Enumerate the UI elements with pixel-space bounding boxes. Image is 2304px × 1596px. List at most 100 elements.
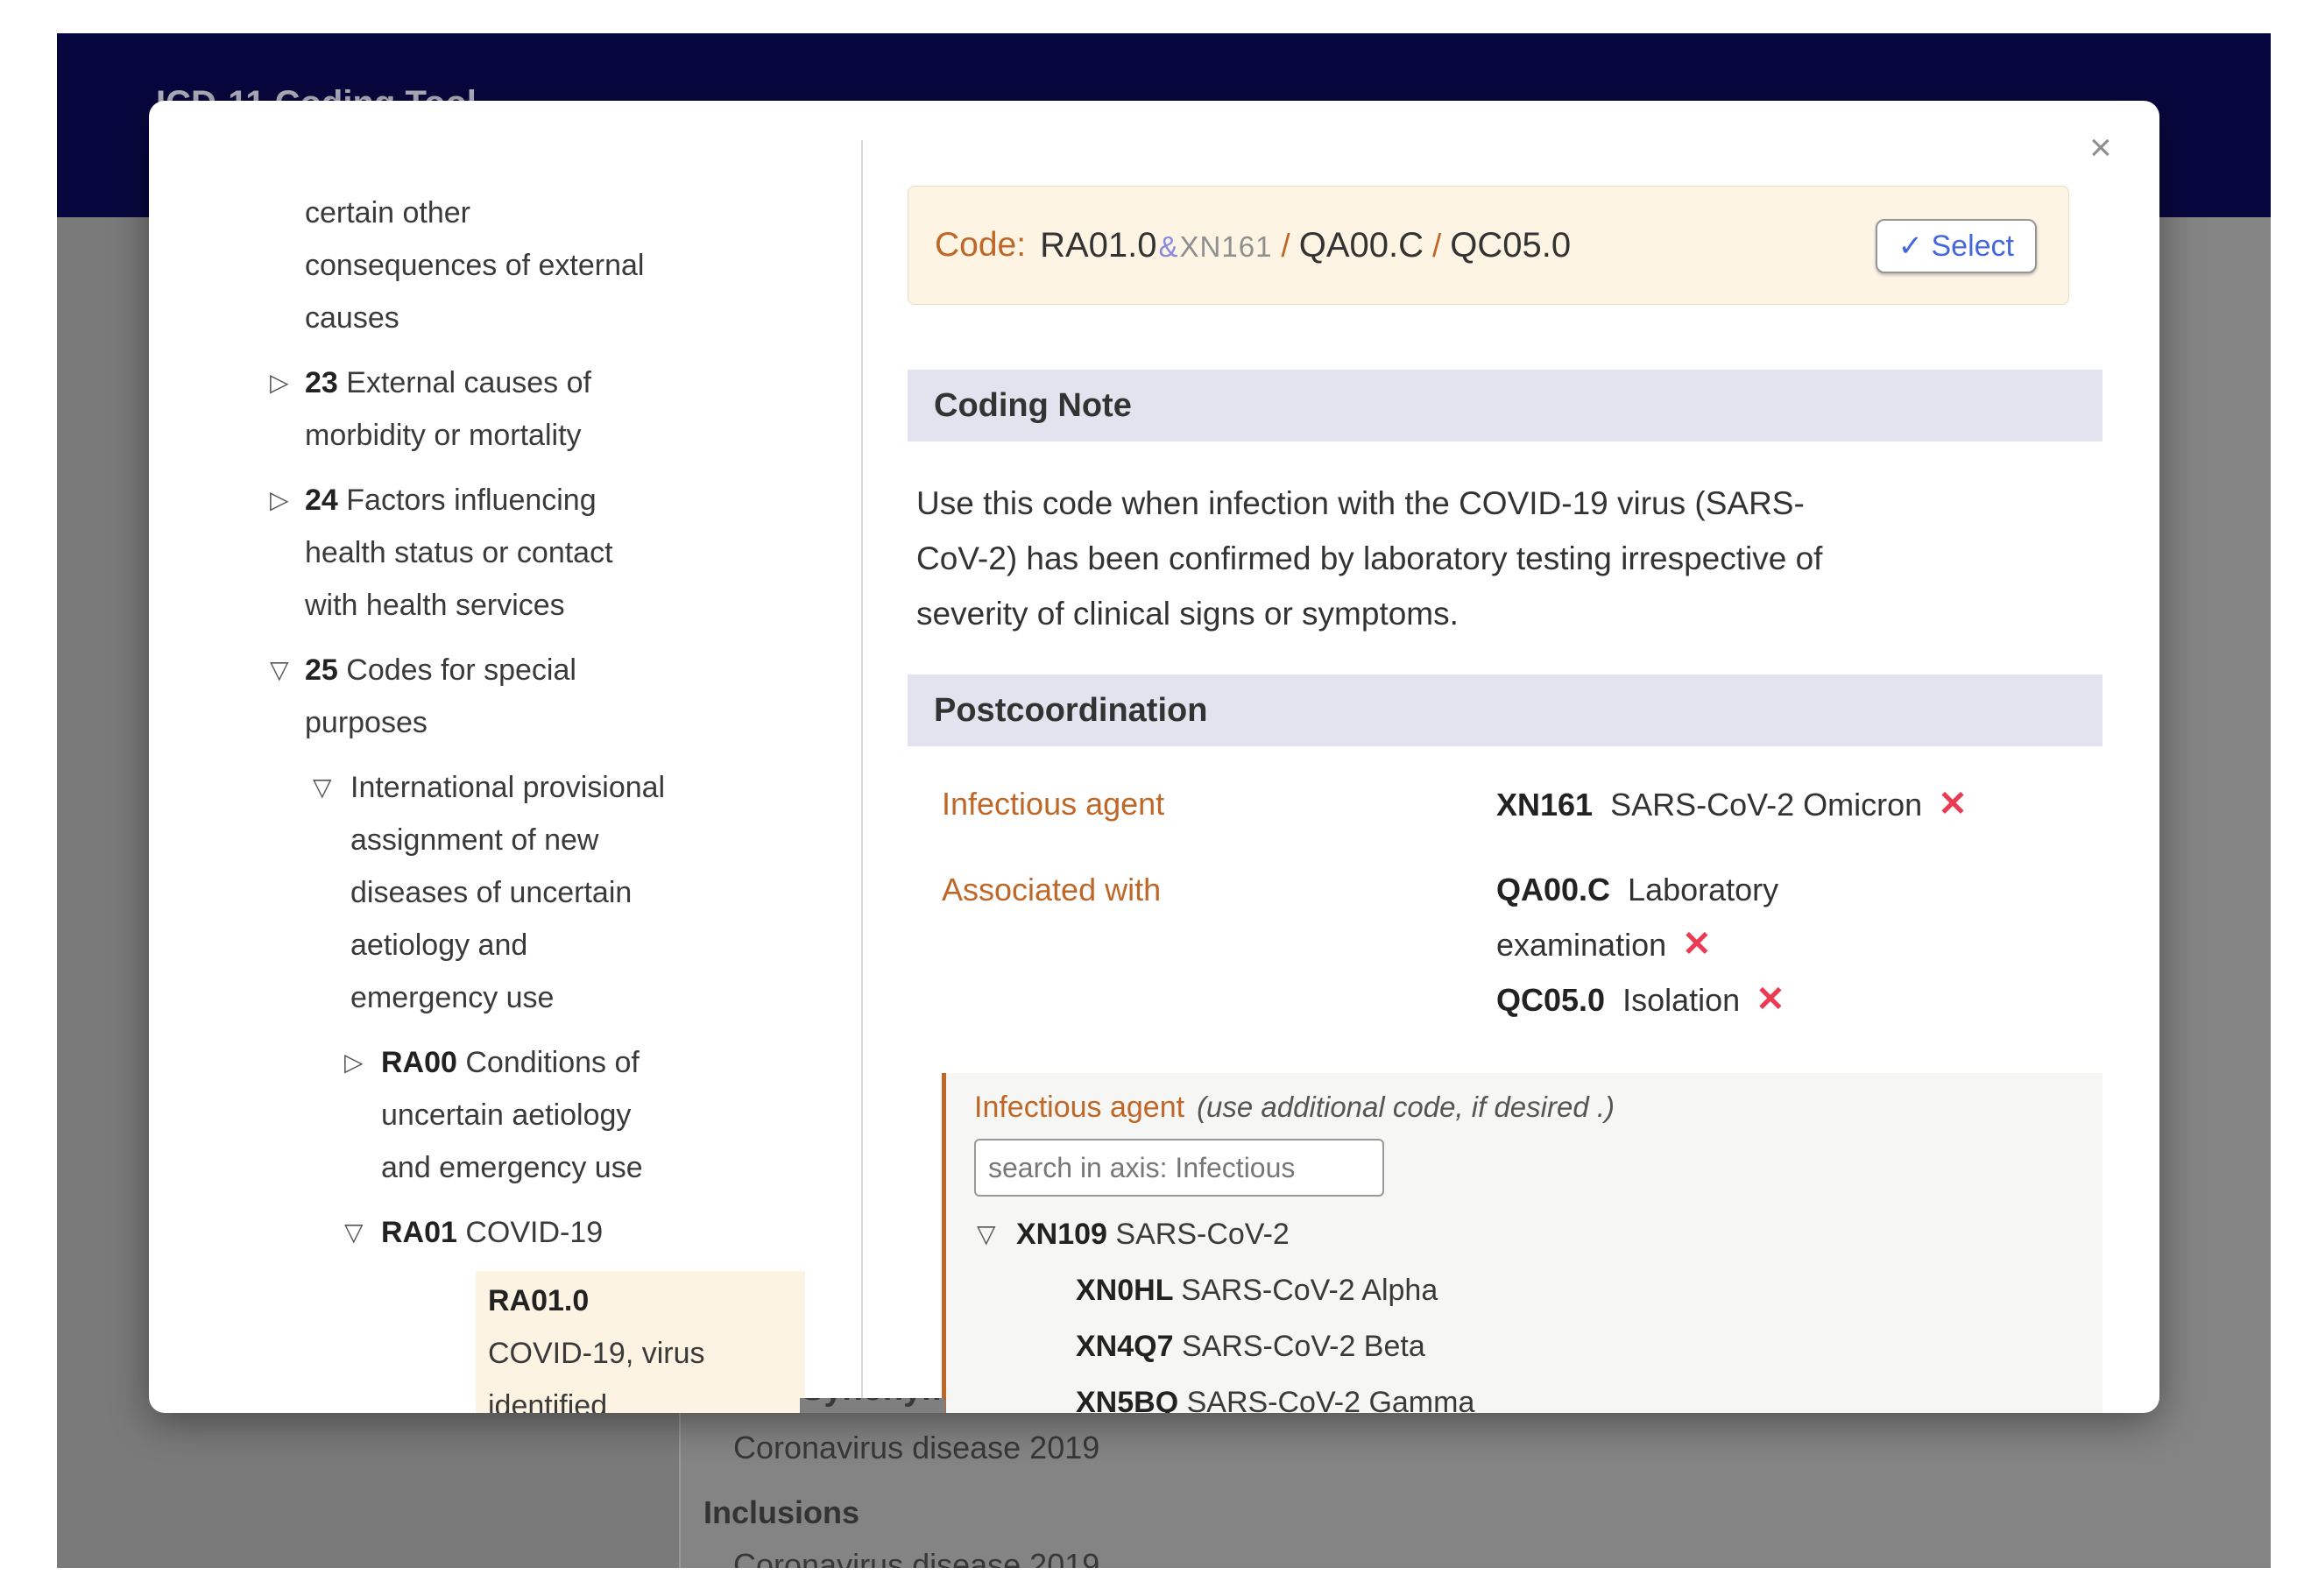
postcoordination-row: Infectious agentXN161 SARS-CoV-2 Omicron ✕ bbox=[942, 777, 2107, 832]
postcoordination-rows: Infectious agentXN161 SARS-CoV-2 Omicron ✕… bbox=[942, 777, 2107, 1058]
remove-code-icon[interactable]: ✕ bbox=[1682, 925, 1712, 964]
chevron-expanded-icon[interactable]: ▽ bbox=[344, 1206, 364, 1259]
tree-item-label: certain other bbox=[305, 187, 837, 239]
tree-item-code: 23 bbox=[305, 366, 346, 399]
screen: ICD-11 Coding Tool Coronavirus disease 2… bbox=[0, 0, 2304, 1596]
tree-item-label: assignment of new bbox=[350, 814, 837, 866]
hierarchy-tree: certain otherconsequences of externalcau… bbox=[263, 187, 837, 1413]
infectious-agent-panel: Infectious agent (use additional code, if… bbox=[942, 1073, 2103, 1413]
tree-item-label: health status or contact bbox=[305, 526, 837, 579]
tree-item[interactable]: ▷ 23 External causes ofmorbidity or morta… bbox=[263, 357, 837, 462]
tree-item-label: 24 Factors influencing bbox=[305, 474, 837, 526]
axis-tree-code: XN109 bbox=[1016, 1218, 1115, 1251]
tree-item-label: COVID-19, virus bbox=[488, 1327, 805, 1380]
axis-tree-code: XN0HL bbox=[1076, 1274, 1181, 1307]
coding-note-text: Use this code when infection with the CO… bbox=[916, 476, 1822, 641]
tree-item-label: diseases of uncertain bbox=[350, 866, 837, 919]
coding-note-header: Coding Note bbox=[908, 370, 2103, 441]
select-button[interactable]: ✓ Select bbox=[1876, 219, 2037, 273]
coding-note-line: Use this code when infection with the CO… bbox=[916, 476, 1822, 531]
tree-item[interactable]: ▽ 25 Codes for specialpurposes bbox=[263, 644, 837, 749]
selected-code-title: examination bbox=[1496, 927, 1666, 963]
tree-item-label: and emergency use bbox=[381, 1141, 837, 1194]
tree-item-label: 25 Codes for special bbox=[305, 644, 837, 696]
code-parts: RA01.0&XN161/QA00.C/QC05.0 bbox=[1040, 226, 1571, 265]
axis-label: Associated with bbox=[942, 863, 1496, 1028]
code-label: Code: bbox=[935, 226, 1026, 265]
axis-tree-item[interactable]: XN5BQ SARS-CoV-2 Gamma bbox=[946, 1374, 2103, 1413]
tree-item[interactable]: ▽RA01 COVID-19 bbox=[263, 1206, 837, 1259]
axis-tree-item[interactable]: XN0HL SARS-CoV-2 Alpha bbox=[946, 1262, 2103, 1318]
tree-item-label: morbidity or mortality bbox=[305, 409, 837, 462]
axis-hint: (use additional code, if desired .) bbox=[1197, 1091, 1615, 1123]
tree-item[interactable]: ▽ International provisionalassignment of … bbox=[263, 761, 837, 1024]
close-icon[interactable]: × bbox=[2089, 129, 2112, 167]
selected-code: XN161 bbox=[1496, 787, 1593, 823]
code-part: RA01.0 bbox=[1040, 226, 1156, 265]
background-page-text: Inclusions bbox=[703, 1494, 859, 1531]
tree-item-label: consequences of external bbox=[305, 239, 837, 292]
axis-tree-code: XN4Q7 bbox=[1076, 1330, 1182, 1363]
tree-item-label: RA00 Conditions of bbox=[381, 1036, 837, 1089]
tree-item-code: 24 bbox=[305, 484, 346, 517]
background-clipped-heading: Synonyms bbox=[800, 1398, 945, 1413]
axis-label: Infectious agent bbox=[942, 777, 1496, 832]
coding-note-heading: Coding Note bbox=[934, 387, 1132, 425]
selected-code-line: QC05.0 Isolation ✕ bbox=[1496, 972, 2107, 1028]
axis-tree-item[interactable]: XN4Q7 SARS-CoV-2 Beta bbox=[946, 1318, 2103, 1374]
axis-title: Infectious agent bbox=[974, 1091, 1184, 1124]
tree-item-selected[interactable]: RA01.0COVID-19, virusidentified bbox=[476, 1271, 805, 1413]
clipped-heading-text: Synonyms bbox=[802, 1398, 945, 1409]
chevron-expanded-icon[interactable]: ▽ bbox=[977, 1206, 996, 1262]
remove-code-icon[interactable]: ✕ bbox=[1938, 785, 1968, 823]
selected-code-title: Laboratory bbox=[1628, 872, 1778, 907]
postcoordination-row: Associated withQA00.C Laboratory examinati… bbox=[942, 863, 2107, 1028]
tree-item-code: 25 bbox=[305, 653, 346, 687]
selected-code: QC05.0 bbox=[1496, 982, 1605, 1018]
ampersand-separator: & bbox=[1159, 230, 1178, 263]
tree-item-label: with health services bbox=[305, 579, 837, 632]
axis-search-input[interactable] bbox=[974, 1139, 1384, 1197]
axis-values: XN161 SARS-CoV-2 Omicron ✕ bbox=[1496, 777, 2107, 832]
tree-item-code: RA01 bbox=[381, 1216, 465, 1249]
background-page-text: Coronavirus disease 2019 bbox=[733, 1430, 1099, 1466]
chevron-collapsed-icon[interactable]: ▷ bbox=[270, 474, 289, 526]
chevron-collapsed-icon[interactable]: ▷ bbox=[270, 357, 289, 409]
tree-item-label: International provisional bbox=[350, 761, 837, 814]
postcoordination-heading: Postcoordination bbox=[934, 692, 1207, 730]
tree-item[interactable]: ▷ 24 Factors influencinghealth status or … bbox=[263, 474, 837, 632]
postcoordination-header: Postcoordination bbox=[908, 674, 2103, 746]
entity-dialog: × certain otherconsequences of externalc… bbox=[149, 101, 2159, 1413]
selected-code-title: SARS-CoV-2 Omicron bbox=[1610, 787, 1922, 823]
axis-tree: ▽XN109 SARS-CoV-2XN0HL SARS-CoV-2 AlphaX… bbox=[946, 1206, 2103, 1413]
remove-code-icon[interactable]: ✕ bbox=[1756, 980, 1785, 1019]
selected-code-title: Isolation bbox=[1622, 982, 1740, 1018]
slash-separator: / bbox=[1432, 228, 1441, 264]
code-part: QA00.C bbox=[1299, 226, 1424, 265]
tree-item-label: causes bbox=[305, 292, 837, 344]
extension-code: XN161 bbox=[1180, 230, 1273, 263]
background-page-text: Coronavirus disease 2019 bbox=[733, 1547, 1099, 1568]
selected-code-line: XN161 SARS-CoV-2 Omicron ✕ bbox=[1496, 777, 2107, 832]
tree-item-label: purposes bbox=[305, 696, 837, 749]
tree-item-label: 23 External causes of bbox=[305, 357, 837, 409]
chevron-collapsed-icon[interactable]: ▷ bbox=[344, 1036, 364, 1089]
axis-values: QA00.C Laboratory examination ✕ QC05.0 Isolat… bbox=[1496, 863, 2107, 1028]
tree-item[interactable]: ▷ RA00 Conditions ofuncertain aetiologyan… bbox=[263, 1036, 837, 1194]
axis-title-line: Infectious agent (use additional code, if… bbox=[974, 1091, 1615, 1125]
selected-code: QA00.C bbox=[1496, 872, 1610, 907]
tree-item-label: identified bbox=[488, 1380, 805, 1413]
tree-item-label: uncertain aetiology bbox=[381, 1089, 837, 1141]
tree-item[interactable]: certain otherconsequences of externalcau… bbox=[263, 187, 837, 344]
tree-item-label: aetiology and bbox=[350, 919, 837, 971]
chevron-expanded-icon[interactable]: ▽ bbox=[270, 644, 289, 696]
code-bar: Code: RA01.0&XN161/QA00.C/QC05.0 ✓ Selec… bbox=[908, 186, 2069, 305]
tree-item-code: RA01.0 bbox=[488, 1275, 805, 1327]
coding-note-line: severity of clinical signs or symptoms. bbox=[916, 586, 1822, 641]
coding-note-line: CoV-2) has been confirmed by laboratory … bbox=[916, 531, 1822, 586]
code-part: QC05.0 bbox=[1450, 226, 1571, 265]
tree-item-label: emergency use bbox=[350, 971, 837, 1024]
selected-code-line: QA00.C Laboratory bbox=[1496, 863, 2107, 917]
axis-tree-item[interactable]: ▽XN109 SARS-CoV-2 bbox=[946, 1206, 2103, 1262]
chevron-expanded-icon[interactable]: ▽ bbox=[313, 761, 332, 814]
